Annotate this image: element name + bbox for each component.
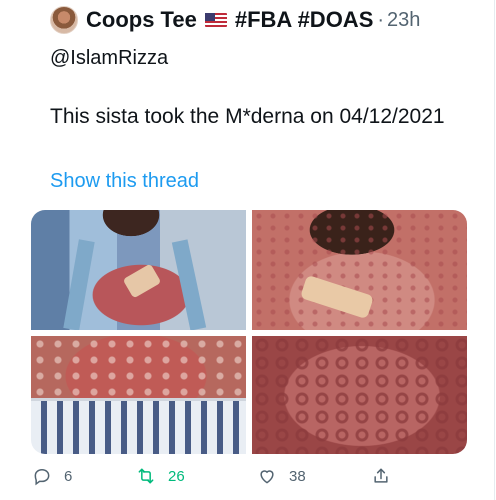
- avatar[interactable]: [50, 6, 78, 34]
- show-thread-link[interactable]: Show this thread: [50, 170, 199, 193]
- photo-4[interactable]: [252, 336, 467, 454]
- photo-2[interactable]: [252, 210, 467, 330]
- tweet-text: This sista took the M*derna on 04/12/202…: [50, 105, 445, 128]
- reply-count: 6: [64, 467, 73, 485]
- retweet-icon: [138, 468, 154, 484]
- tweet-header: Coops Tee #FBA #DOAS · 23h: [50, 6, 420, 34]
- tweet-actions: 6 26 38: [0, 466, 496, 490]
- like-count: 38: [289, 467, 306, 485]
- photo-3[interactable]: [31, 336, 246, 454]
- like-button[interactable]: 38: [257, 466, 306, 486]
- timestamp[interactable]: 23h: [387, 9, 420, 32]
- heart-icon: [260, 470, 274, 484]
- share-icon: [374, 468, 388, 483]
- display-name[interactable]: Coops Tee: [86, 7, 197, 33]
- retweet-count: 26: [168, 467, 185, 485]
- name-hashtags: #FBA #DOAS: [234, 7, 374, 32]
- share-button[interactable]: [371, 466, 403, 486]
- us-flag-icon: [204, 13, 227, 27]
- mention-handle[interactable]: @IslamRizza: [50, 47, 168, 70]
- retweet-button[interactable]: 26: [136, 466, 185, 486]
- reply-icon: [34, 468, 50, 486]
- photo-1[interactable]: [31, 210, 246, 330]
- media-grid: [31, 210, 467, 454]
- reply-button[interactable]: 6: [32, 466, 72, 486]
- separator-dot: ·: [377, 8, 385, 31]
